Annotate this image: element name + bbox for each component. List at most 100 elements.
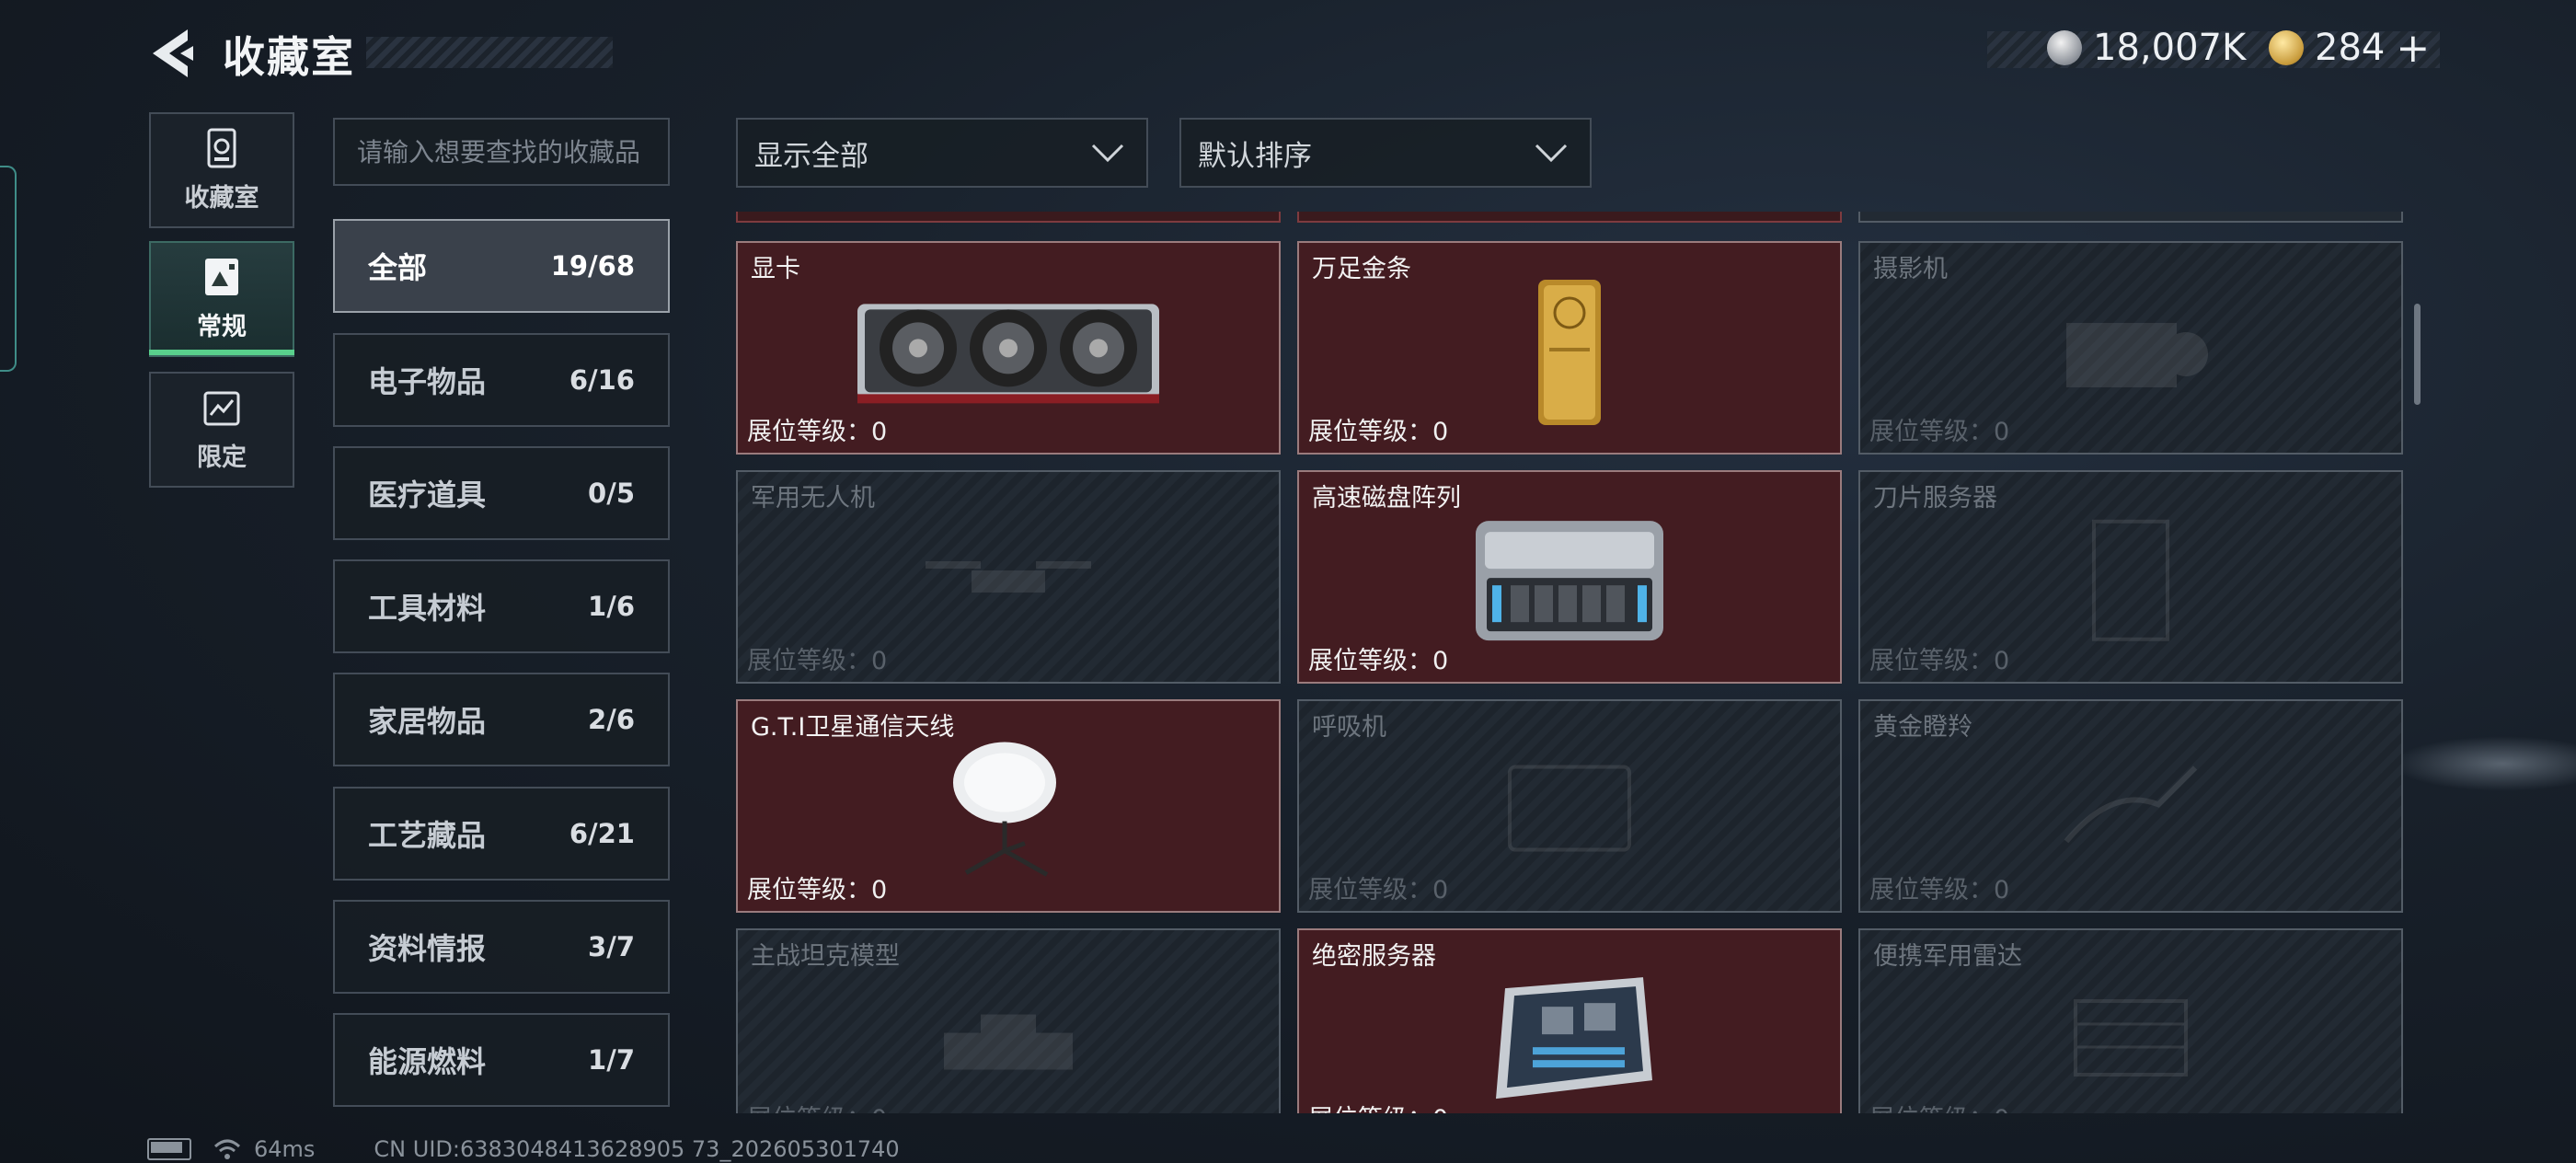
item-name: 主战坦克模型 (751, 942, 900, 971)
radar-icon (2057, 983, 2204, 1097)
category-name: 工具材料 (368, 591, 487, 626)
nav-regular-label: 常规 (197, 312, 247, 341)
nav-regular[interactable]: 常规 (149, 241, 294, 357)
collection-item-gpu[interactable]: 显卡 展位等级：0 (736, 241, 1281, 455)
silver-currency: 18,007K (2047, 27, 2247, 69)
category-name: 全部 (368, 250, 428, 285)
nav-limited[interactable]: 限定 (149, 372, 294, 488)
item-level: 展位等级：0 (747, 1099, 887, 1113)
item-level: 展位等级：0 (1869, 876, 2010, 904)
drone-icon (916, 524, 1100, 639)
collection-item-tank-model[interactable]: 主战坦克模型 展位等级：0 (736, 928, 1281, 1113)
collection-item-drone[interactable]: 军用无人机 展位等级：0 (736, 470, 1281, 684)
side-drawer-handle[interactable] (0, 166, 17, 372)
category-intel[interactable]: 资料情报 3/7 (333, 900, 670, 994)
gazelle-icon (2048, 749, 2214, 872)
category-count: 1/6 (588, 591, 635, 622)
category-count: 1/7 (588, 1044, 635, 1076)
filter-dropdown[interactable]: 显示全部 (736, 118, 1148, 188)
category-count: 19/68 (550, 250, 635, 282)
item-name: 显卡 (751, 255, 800, 283)
vault-icon (201, 128, 242, 168)
category-medical[interactable]: 医疗道具 0/5 (333, 446, 670, 540)
previous-row-edge (1297, 212, 1842, 223)
page-title: 收藏室 (223, 32, 355, 82)
category-count: 2/6 (588, 704, 635, 735)
chevron-down-icon (1091, 144, 1124, 163)
chevron-down-icon (1535, 144, 1568, 163)
title-decoration (366, 37, 613, 68)
item-name: 军用无人机 (751, 484, 875, 512)
ventilator-icon (1501, 758, 1639, 863)
tank-model-icon (926, 987, 1091, 1092)
collection-item-blade-server[interactable]: 刀片服务器 展位等级：0 (1858, 470, 2403, 684)
category-all[interactable]: 全部 19/68 (333, 219, 670, 313)
item-level: 展位等级：0 (1308, 647, 1449, 675)
category-name: 电子物品 (368, 364, 487, 399)
category-count: 0/5 (588, 478, 635, 509)
back-button[interactable] (147, 26, 199, 81)
sort-dropdown[interactable]: 默认排序 (1179, 118, 1592, 188)
nav-vault-label: 收藏室 (184, 183, 259, 213)
nav-limited-label: 限定 (197, 443, 247, 472)
gold-bar-icon (1533, 274, 1606, 434)
category-electronics[interactable]: 电子物品 6/16 (333, 333, 670, 427)
collection-item-secret-server[interactable]: 绝密服务器 展位等级：0 (1297, 928, 1842, 1113)
nav-active-indicator (149, 350, 294, 355)
gold-currency[interactable]: 284 + (2269, 25, 2430, 72)
item-name: 万足金条 (1312, 255, 1411, 283)
filter-dropdown-value: 显示全部 (754, 139, 868, 173)
previous-row-edge (736, 212, 1281, 223)
category-name: 资料情报 (368, 931, 487, 966)
item-name: G.T.I卫星通信天线 (751, 713, 955, 742)
category-count: 3/7 (588, 931, 635, 962)
item-name: 刀片服务器 (1873, 484, 1997, 512)
collection-grid[interactable]: 显卡 展位等级：0 万足金条 展位等级：0 摄影机 展位等级：0 军用无人机 展… (732, 212, 2420, 1113)
category-name: 医疗道具 (368, 478, 487, 512)
search-box[interactable] (333, 118, 670, 186)
secret-server-icon (1478, 970, 1662, 1111)
collection-item-camera[interactable]: 摄影机 展位等级：0 (1858, 241, 2403, 455)
category-count: 6/21 (569, 818, 635, 849)
collection-item-disk-array[interactable]: 高速磁盘阵列 展位等级：0 (1297, 470, 1842, 684)
grid-scrollbar[interactable] (2414, 304, 2421, 405)
back-arrow-icon (153, 29, 193, 77)
silver-coin-icon (2047, 30, 2082, 65)
item-name: 高速磁盘阵列 (1312, 484, 1461, 512)
category-name: 工艺藏品 (368, 818, 487, 853)
item-level: 展位等级：0 (747, 647, 888, 675)
category-count: 6/16 (569, 364, 635, 396)
gold-currency-value: 284 (2315, 27, 2386, 69)
satellite-dish-icon (944, 737, 1073, 888)
item-level: 展位等级：0 (1869, 418, 2010, 446)
item-level: 展位等级：0 (1308, 418, 1449, 446)
collection-item-satellite-antenna[interactable]: G.T.I卫星通信天线 展位等级：0 (736, 699, 1281, 913)
category-energy[interactable]: 能源燃料 1/7 (333, 1013, 670, 1107)
collection-item-portable-radar[interactable]: 便携军用雷达 展位等级：0 (1858, 928, 2403, 1113)
category-tools[interactable]: 工具材料 1/6 (333, 559, 670, 653)
previous-row-edge (1858, 212, 2403, 223)
collection-item-gold-bar[interactable]: 万足金条 展位等级：0 (1297, 241, 1842, 455)
item-name: 便携军用雷达 (1873, 942, 2022, 971)
user-uid: CN UID:6383048413628905 73_202605301740 (374, 1136, 900, 1162)
add-currency-button[interactable]: + (2396, 25, 2430, 72)
search-input[interactable] (335, 120, 668, 184)
item-level: 展位等级：0 (1869, 647, 2010, 675)
category-name: 家居物品 (368, 704, 487, 739)
blade-server-icon (2076, 516, 2186, 649)
item-name: 黄金瞪羚 (1873, 713, 1972, 742)
collection-item-ventilator[interactable]: 呼吸机 展位等级：0 (1297, 699, 1842, 913)
category-household[interactable]: 家居物品 2/6 (333, 673, 670, 766)
item-level: 展位等级：0 (1308, 1099, 1448, 1113)
limited-icon (201, 387, 242, 428)
collection-item-golden-gazelle[interactable]: 黄金瞪羚 展位等级：0 (1858, 699, 2403, 913)
item-level: 展位等级：0 (747, 876, 888, 904)
background-light-streak (2392, 736, 2576, 791)
item-name: 摄影机 (1873, 255, 1948, 283)
document-icon (201, 257, 242, 297)
silver-currency-value: 18,007K (2093, 27, 2247, 69)
category-crafts[interactable]: 工艺藏品 6/21 (333, 787, 670, 881)
gold-coin-icon (2269, 30, 2304, 65)
item-level: 展位等级：0 (747, 418, 888, 446)
nav-vault[interactable]: 收藏室 (149, 112, 294, 228)
